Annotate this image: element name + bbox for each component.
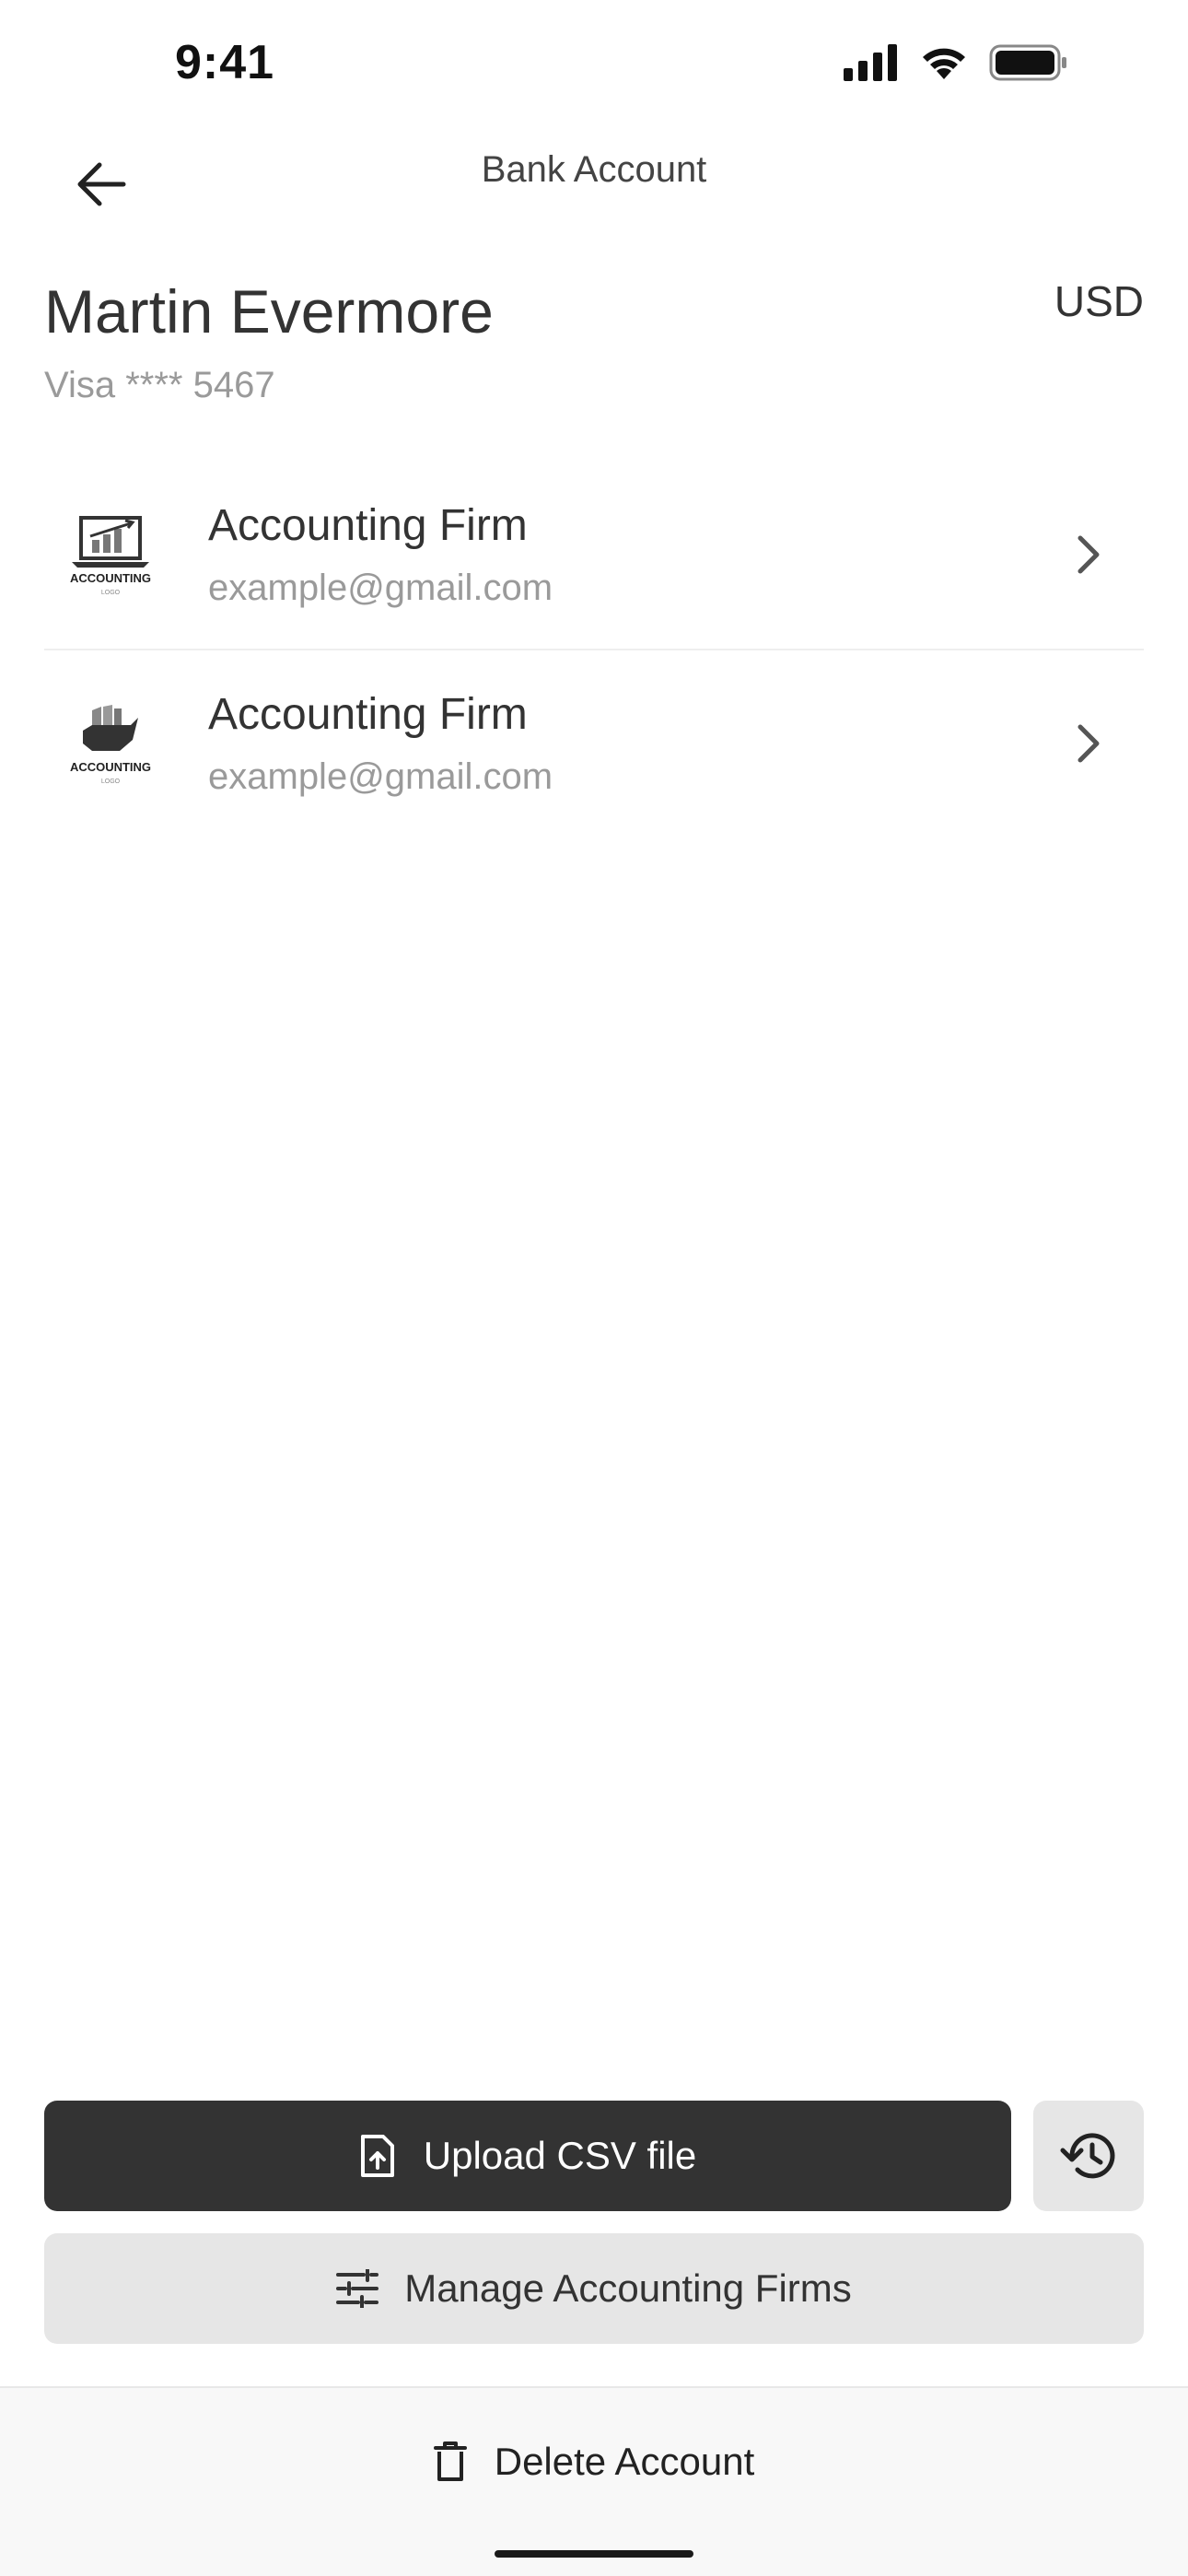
footer: Delete Account [0,2386,1188,2576]
chevron-right-icon [1070,527,1107,582]
wifi-icon [923,48,965,79]
firm-name: Accounting Firm [208,690,528,739]
hand-chart-icon: ACCOUNTING LOGO [70,705,151,785]
firm-logo: ACCOUNTING LOGO [55,688,166,799]
nav-bar: Bank Account [0,129,1188,249]
firm-list-item[interactable]: ACCOUNTING LOGO Accounting Firm example@… [44,461,1144,649]
home-indicator[interactable] [495,2550,693,2558]
svg-text:LOGO: LOGO [101,779,121,785]
firm-logo: ACCOUNTING LOGO [55,499,166,610]
history-icon [1060,2133,1115,2179]
svg-text:ACCOUNTING: ACCOUNTING [70,760,151,774]
delete-account-label: Delete Account [494,2440,755,2483]
chevron-right-icon [1070,716,1107,771]
manage-accounting-firms-button[interactable]: Manage Accounting Firms [44,2233,1144,2344]
cellular-signal-icon [844,44,897,81]
page-title: Bank Account [481,149,707,190]
trash-icon [433,2441,467,2481]
firm-name: Accounting Firm [208,501,528,550]
delete-account-button[interactable]: Delete Account [0,2416,1188,2508]
account-card-number: Visa **** 5467 [44,365,275,405]
firm-email: example@gmail.com [208,756,553,797]
laptop-chart-icon: ACCOUNTING LOGO [70,516,151,596]
accounting-firm-list: ACCOUNTING LOGO Accounting Firm example@… [44,461,1144,837]
battery-icon [989,44,1066,81]
svg-text:ACCOUNTING: ACCOUNTING [70,571,151,585]
upload-csv-button[interactable]: Upload CSV file [44,2101,1011,2211]
currency-label: USD [1054,277,1144,325]
history-button[interactable] [1033,2101,1144,2211]
firm-list-item[interactable]: ACCOUNTING LOGO Accounting Firm example@… [44,649,1144,837]
sliders-icon [336,2269,379,2308]
file-upload-icon [360,2135,394,2177]
status-bar: 9:41 [0,0,1188,129]
account-holder-name: Martin Evermore [44,277,494,345]
firm-email: example@gmail.com [208,568,553,608]
upload-csv-label: Upload CSV file [423,2134,697,2177]
svg-text:LOGO: LOGO [101,590,121,596]
status-time: 9:41 [175,36,275,89]
manage-accounting-firms-label: Manage Accounting Firms [404,2266,852,2310]
status-icons [844,44,1068,81]
